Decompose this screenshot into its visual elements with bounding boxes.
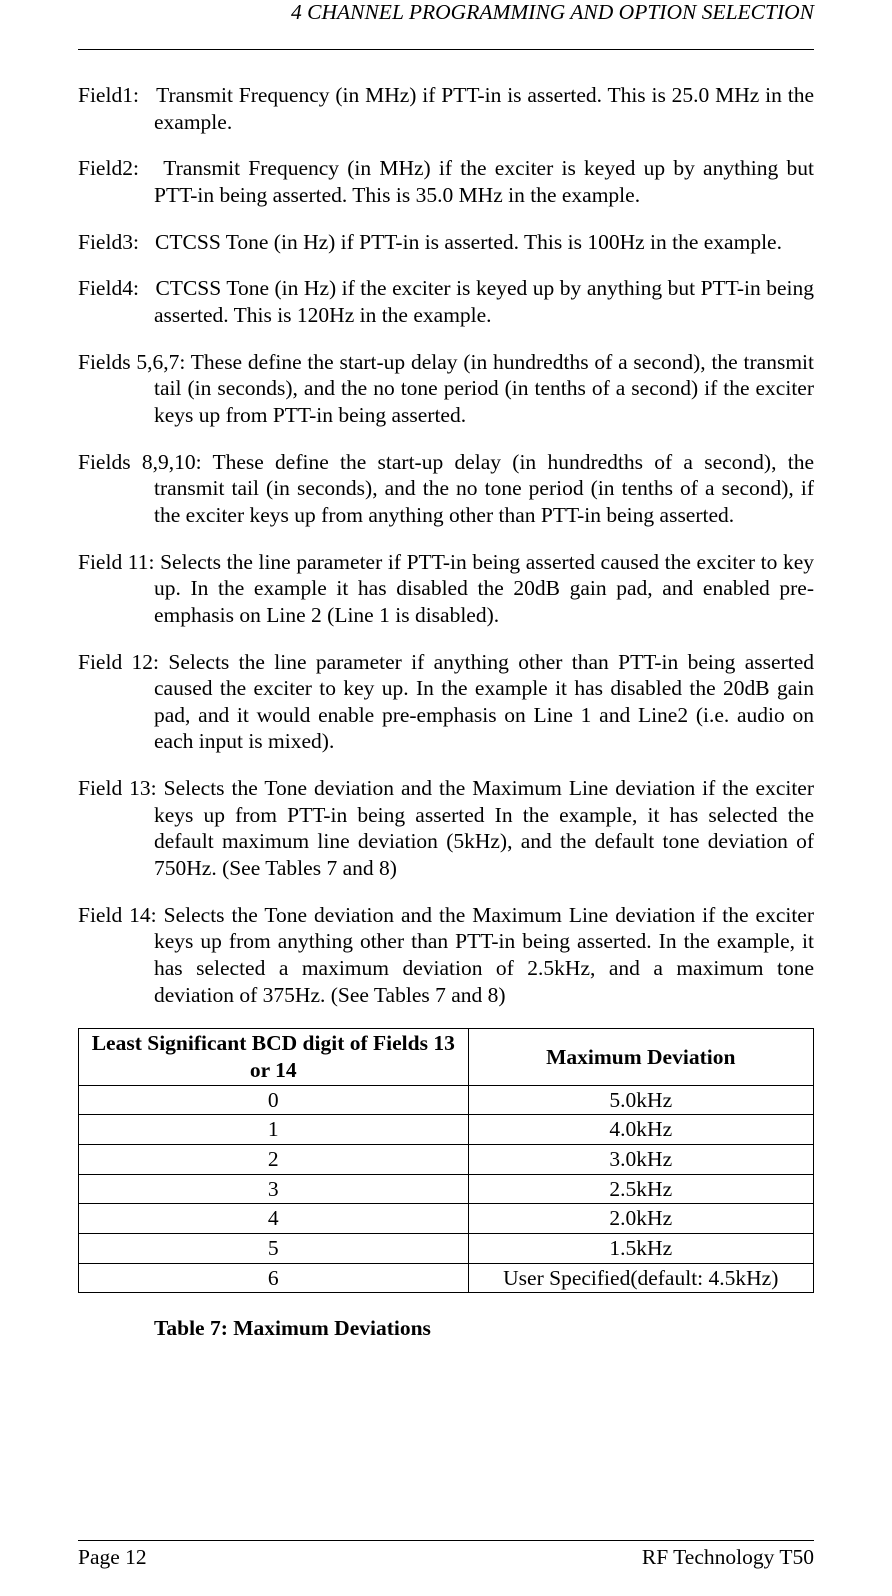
table7-caption: Table 7: Maximum Deviations xyxy=(78,1315,814,1342)
cell-digit: 0 xyxy=(79,1085,469,1115)
field11-entry: Field 11: Selects the line parameter if … xyxy=(78,549,814,629)
field4-label: Field4: xyxy=(78,276,139,300)
fields567-entry: Fields 5,6,7: These define the start-up … xyxy=(78,349,814,429)
fields567-text: These define the start-up delay (in hund… xyxy=(154,350,814,427)
cell-value: 4.0kHz xyxy=(468,1115,813,1145)
table-header-row: Least Significant BCD digit of Fields 13… xyxy=(79,1029,814,1085)
field12-entry: Field 12: Selects the line parameter if … xyxy=(78,649,814,756)
field11-label: Field 11: xyxy=(78,550,154,574)
field12-label: Field 12: xyxy=(78,650,159,674)
field2-text: Transmit Frequency (in MHz) if the excit… xyxy=(154,156,814,207)
field3-text: CTCSS Tone (in Hz) if PTT-in is asserted… xyxy=(155,230,782,254)
cell-value: 3.0kHz xyxy=(468,1145,813,1175)
cell-digit: 6 xyxy=(79,1263,469,1293)
field13-text: Selects the Tone deviation and the Maxim… xyxy=(154,776,814,880)
field1-label: Field1: xyxy=(78,83,139,107)
running-header: 4 CHANNEL PROGRAMMING AND OPTION SELECTI… xyxy=(78,0,814,29)
table-row: 51.5kHz xyxy=(79,1233,814,1263)
table-row: 14.0kHz xyxy=(79,1115,814,1145)
field2-entry: Field2: Transmit Frequency (in MHz) if t… xyxy=(78,155,814,208)
field4-entry: Field4: CTCSS Tone (in Hz) if the excite… xyxy=(78,275,814,328)
field14-text: Selects the Tone deviation and the Maxim… xyxy=(154,903,814,1007)
cell-value: 2.5kHz xyxy=(468,1174,813,1204)
cell-digit: 1 xyxy=(79,1115,469,1145)
field13-entry: Field 13: Selects the Tone deviation and… xyxy=(78,775,814,882)
field13-label: Field 13: xyxy=(78,776,157,800)
table-row: 42.0kHz xyxy=(79,1204,814,1234)
table-row: 05.0kHz xyxy=(79,1085,814,1115)
body-text: Field1: Transmit Frequency (in MHz) if P… xyxy=(78,50,814,1540)
field11-text: Selects the line parameter if PTT-in bei… xyxy=(154,550,814,627)
fields567-label: Fields 5,6,7: xyxy=(78,350,185,374)
footer: Page 12 RF Technology T50 xyxy=(78,1540,814,1596)
table-row: 32.5kHz xyxy=(79,1174,814,1204)
field1-text: Transmit Frequency (in MHz) if PTT-in is… xyxy=(154,83,814,134)
field14-label: Field 14: xyxy=(78,903,157,927)
fields8910-label: Fields 8,9,10: xyxy=(78,450,202,474)
field14-entry: Field 14: Selects the Tone deviation and… xyxy=(78,902,814,1009)
cell-digit: 5 xyxy=(79,1233,469,1263)
cell-value: 1.5kHz xyxy=(468,1233,813,1263)
cell-digit: 2 xyxy=(79,1145,469,1175)
field4-text: CTCSS Tone (in Hz) if the exciter is key… xyxy=(154,276,814,327)
fields8910-entry: Fields 8,9,10: These define the start-up… xyxy=(78,449,814,529)
table7: Least Significant BCD digit of Fields 13… xyxy=(78,1028,814,1293)
field3-entry: Field3: CTCSS Tone (in Hz) if PTT-in is … xyxy=(78,229,814,256)
field3-label: Field3: xyxy=(78,230,139,254)
field1-entry: Field1: Transmit Frequency (in MHz) if P… xyxy=(78,82,814,135)
table-row: 23.0kHz xyxy=(79,1145,814,1175)
cell-digit: 4 xyxy=(79,1204,469,1234)
table7-head-left: Least Significant BCD digit of Fields 13… xyxy=(79,1029,469,1085)
cell-value: 2.0kHz xyxy=(468,1204,813,1234)
field12-text: Selects the line parameter if anything o… xyxy=(154,650,814,754)
fields8910-text: These define the start-up delay (in hund… xyxy=(154,450,814,527)
table-row: 6User Specified(default: 4.5kHz) xyxy=(79,1263,814,1293)
cell-digit: 3 xyxy=(79,1174,469,1204)
footer-left: Page 12 xyxy=(78,1545,147,1570)
field2-label: Field2: xyxy=(78,156,139,180)
footer-right: RF Technology T50 xyxy=(642,1545,814,1570)
table7-head-right: Maximum Deviation xyxy=(468,1029,813,1085)
cell-value: 5.0kHz xyxy=(468,1085,813,1115)
cell-value: User Specified(default: 4.5kHz) xyxy=(468,1263,813,1293)
